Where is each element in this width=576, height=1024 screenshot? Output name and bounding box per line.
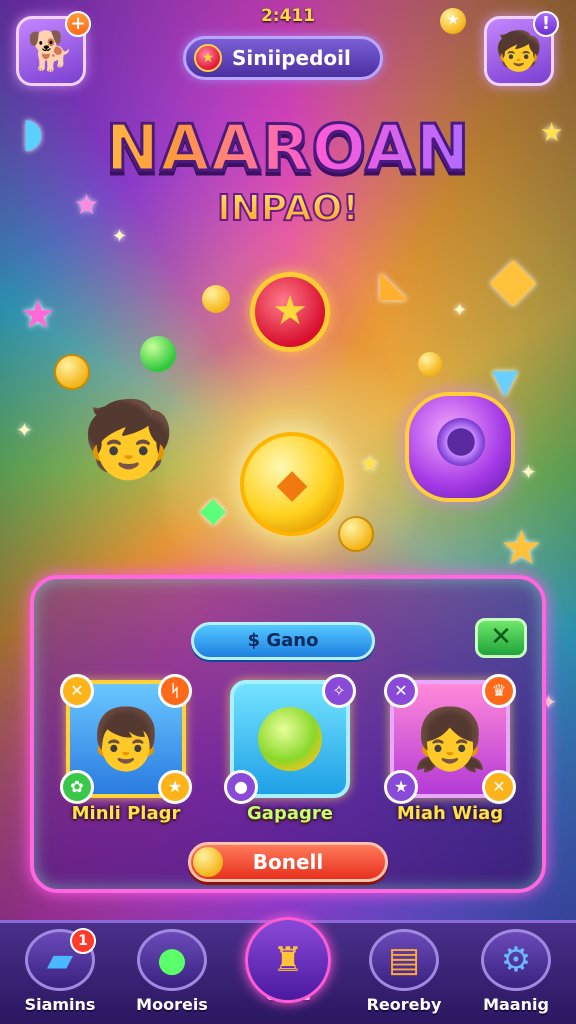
- game-title: Siniipedoil: [232, 46, 351, 70]
- pet-avatar-icon: 🐕: [27, 28, 75, 73]
- coin-badge-icon: ✕: [482, 770, 516, 804]
- blue-gem-icon: ▼: [492, 362, 519, 402]
- nav-item-maanig[interactable]: ⚙ Maanig: [466, 929, 566, 1024]
- player-card-2[interactable]: ✧ ●: [224, 674, 356, 804]
- big-gold-coin-icon[interactable]: ◆: [240, 432, 344, 536]
- top-bar: 🐕 + 2:411 ★ Siniipedoil ★ 🧒 !: [0, 0, 576, 100]
- panel-tab-gano[interactable]: $ Gano: [191, 622, 375, 660]
- jumping-kid-character: 🧒: [82, 397, 176, 483]
- nav-item-gane[interactable]: ♜ Gane: [238, 917, 338, 1024]
- gold-shard-icon: ◣: [380, 264, 408, 305]
- player-avatar-button[interactable]: 🐕 +: [16, 11, 91, 86]
- player-card-3[interactable]: 👧 ✕ ♛ ★ ✕: [384, 674, 516, 804]
- notification-badge: !: [533, 11, 559, 37]
- ruby-gem-icon: ★: [194, 44, 222, 72]
- currency-coin-icon: ★: [440, 8, 466, 34]
- gem-badge-icon: ●: [224, 770, 258, 804]
- nav-item-siamins[interactable]: ▰ 1 Siamins: [10, 928, 110, 1024]
- bottom-navigation: ▰1 Siamins ● Mooreis ♜ Gane ▤ Reoreby ⚙ …: [0, 917, 576, 1024]
- nav-badge: 1: [70, 928, 96, 954]
- nav-label: Maanig: [483, 995, 549, 1014]
- trophy-badge-icon: ♛: [482, 674, 516, 708]
- game-title-pill[interactable]: ★ Siniipedoil: [183, 36, 383, 80]
- castle-icon: ♜: [245, 917, 331, 1003]
- clover-badge-icon: ✿: [60, 770, 94, 804]
- coin-icon: [418, 352, 442, 376]
- nav-item-mooreis[interactable]: ● Mooreis: [122, 929, 222, 1024]
- bonus-button[interactable]: Bonell: [188, 842, 388, 882]
- nav-label: Reoreby: [366, 995, 442, 1014]
- cross-badge-icon: ✕: [384, 674, 418, 708]
- coin-icon: [193, 847, 223, 877]
- sparkle-icon: ✦: [112, 226, 128, 247]
- shield-gem-icon: ◆: [490, 244, 537, 314]
- coin-icon: [338, 516, 374, 552]
- nav-item-reoreby[interactable]: ▤ Reoreby: [354, 929, 454, 1024]
- gear-icon: ⚙: [481, 929, 551, 991]
- bonus-button-label: Bonell: [252, 850, 324, 874]
- hero-headline: NAAROAN: [0, 111, 576, 188]
- panel-close-button[interactable]: ✕: [475, 618, 527, 658]
- sparkle-icon: ✦: [520, 460, 537, 484]
- scroll-icon: ▤: [369, 929, 439, 991]
- green-orb-icon: ●: [137, 929, 207, 991]
- card-icon: ▰ 1: [25, 928, 96, 991]
- boy-avatar-icon: 👦: [88, 704, 164, 775]
- card-3-label: Miah Wiag: [396, 803, 504, 824]
- star-badge-icon: ★: [384, 770, 418, 804]
- sparkle-icon: ✦: [452, 300, 468, 321]
- star-icon: ★: [20, 292, 56, 338]
- star-badge-icon: ★: [158, 770, 192, 804]
- star-icon: ★: [500, 520, 544, 576]
- green-orb-icon: [140, 336, 176, 372]
- boost-badge-icon: ᛋ: [158, 674, 192, 708]
- green-gem-icon: ◆: [200, 490, 227, 530]
- green-gem-icon: [258, 707, 322, 771]
- card-2-label: Gapagre: [247, 803, 333, 824]
- spark-badge-icon: ✧: [322, 674, 356, 708]
- star-icon: ★: [360, 452, 380, 477]
- star-medal-icon: ★: [250, 272, 330, 352]
- friend-avatar-button[interactable]: 🧒 !: [484, 11, 559, 86]
- card-1-label: Minli Plagr: [71, 803, 181, 824]
- girl-avatar-icon: 👧: [412, 704, 488, 775]
- player-card-1[interactable]: 👦 ✕ ᛋ ✿ ★: [60, 674, 192, 804]
- coin-icon: [202, 285, 230, 313]
- cat-avatar-icon: 🧒: [495, 28, 543, 73]
- sparkle-icon: ✦: [16, 418, 33, 442]
- nav-label: Siamins: [24, 995, 96, 1014]
- hero-subhead: INPAO!: [0, 187, 576, 230]
- nav-label: Mooreis: [136, 995, 208, 1014]
- coin-badge-icon: ✕: [60, 674, 94, 708]
- magic-orb-icon: [405, 392, 515, 502]
